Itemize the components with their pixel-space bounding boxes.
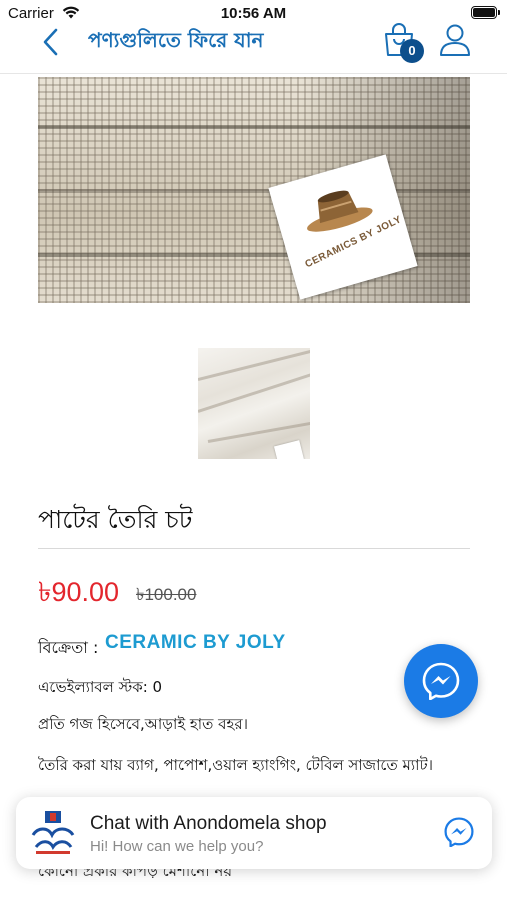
seller-link[interactable]: CERAMIC BY JOLY bbox=[105, 632, 286, 654]
chat-subtitle: Hi! How can we help you? bbox=[90, 838, 264, 855]
messenger-icon bbox=[422, 662, 460, 700]
messenger-fab-button[interactable] bbox=[404, 644, 478, 718]
chat-title: Chat with Anondomela shop bbox=[90, 813, 327, 834]
chat-widget-bar[interactable]: Chat with Anondomela shop Hi! How can we… bbox=[16, 797, 492, 869]
product-thumbnail[interactable] bbox=[198, 348, 310, 459]
shop-logo bbox=[30, 809, 76, 855]
original-price: ৳100.00 bbox=[136, 585, 197, 604]
back-button[interactable] bbox=[36, 24, 68, 60]
divider bbox=[38, 548, 470, 549]
account-button[interactable] bbox=[438, 22, 472, 58]
stock-status: এভেইল্যাবল স্টক: 0 bbox=[38, 678, 163, 696]
description-line: প্রতি গজ হিসেবে,আড়াই হাত বহর। bbox=[38, 715, 249, 733]
nav-bar: পণ্যগুলিতে ফিরে যান 0 bbox=[0, 18, 507, 74]
seller-label: বিক্রেতা : bbox=[38, 638, 99, 657]
sale-price: ৳90.00 bbox=[38, 577, 120, 607]
cart-count-badge: 0 bbox=[400, 39, 424, 63]
user-icon bbox=[440, 24, 470, 56]
chevron-left-icon bbox=[43, 28, 58, 56]
messenger-icon bbox=[444, 817, 474, 852]
product-main-image[interactable]: CERAMICS BY JOLY bbox=[38, 77, 470, 303]
product-title: পাটের তৈরি চট bbox=[38, 505, 193, 534]
back-to-products-title[interactable]: পণ্যগুলিতে ফিরে যান bbox=[88, 26, 263, 59]
description-line: তৈরি করা যায় ব্যাগ, পাপোশ,ওয়াল হ্যাংগি… bbox=[38, 756, 434, 774]
